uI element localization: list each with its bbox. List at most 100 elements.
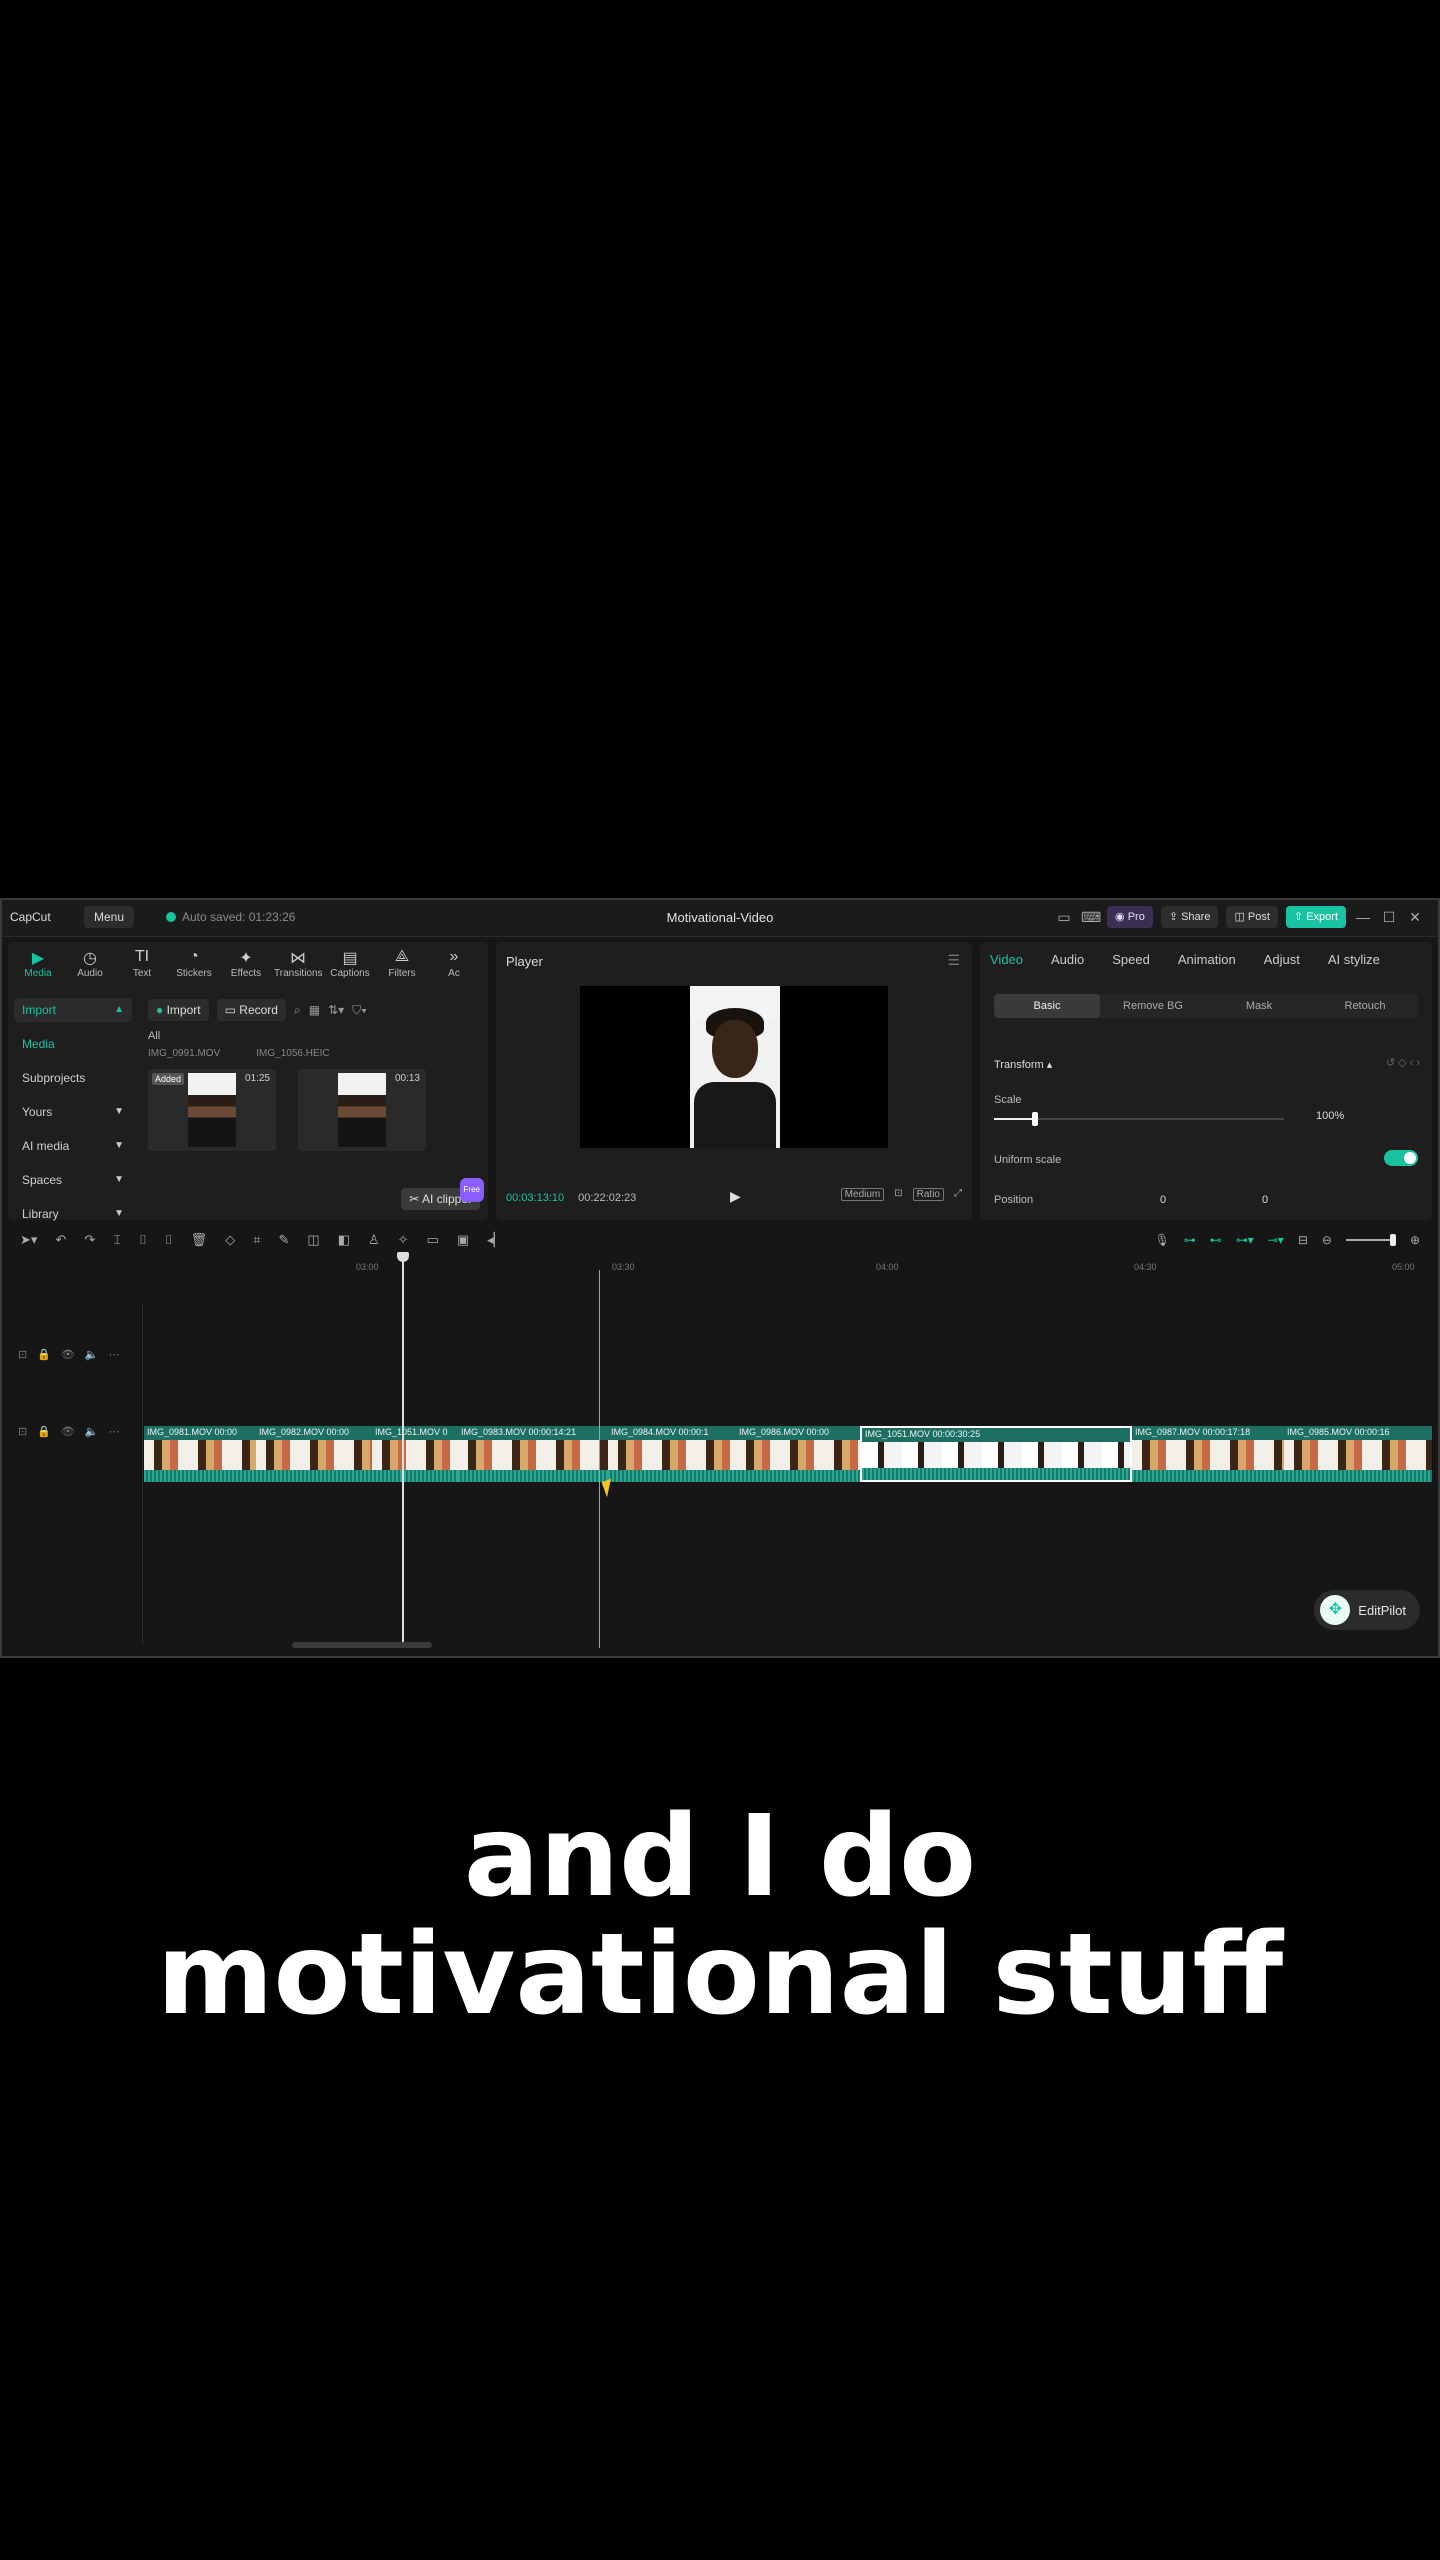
snapshot-icon[interactable]: ⊡	[894, 1188, 902, 1201]
tool-transitions[interactable]: ⋈ Transitions	[274, 948, 323, 979]
video-clip[interactable]: IMG_0983.MOV 00:00:14:21	[458, 1426, 609, 1482]
undo-icon[interactable]: ↶	[55, 1232, 66, 1248]
position-y-input[interactable]: 0	[1262, 1194, 1268, 1206]
video-clip[interactable]: IMG_0985.MOV 00:00:16	[1284, 1426, 1433, 1482]
filter-all[interactable]: All	[148, 1030, 482, 1042]
tab-animation[interactable]: Animation	[1178, 952, 1236, 967]
tool-captions[interactable]: ▤ Captions	[326, 948, 374, 979]
person-icon[interactable]: ♙	[368, 1232, 380, 1248]
preview-axis-icon[interactable]: ⊸▾	[1268, 1233, 1284, 1247]
export-button[interactable]: ⇧ Export	[1285, 906, 1346, 928]
scale-slider-handle[interactable]	[1031, 1112, 1038, 1126]
sort-icon[interactable]: ⇅▾	[328, 1003, 344, 1017]
sidebar-item-subprojects[interactable]: Subprojects	[14, 1066, 132, 1090]
layout-icon[interactable]: ▭	[1055, 909, 1073, 926]
tab-speed[interactable]: Speed	[1112, 952, 1150, 967]
media-thumbnail[interactable]: 00:13	[298, 1069, 426, 1151]
minimize-icon[interactable]: —	[1354, 909, 1372, 925]
video-clip[interactable]: IMG_0982.MOV 00:00	[256, 1426, 373, 1482]
quality-select[interactable]: Medium	[840, 1188, 885, 1201]
frame-icon[interactable]: ▭	[427, 1232, 439, 1248]
sidebar-item-library[interactable]: Library ▼	[14, 1202, 132, 1226]
tab-video[interactable]: Video	[990, 952, 1023, 967]
ai-clipper-button[interactable]: ✂ AI clipper Free	[401, 1178, 484, 1210]
pro-button[interactable]: ◉ Pro	[1107, 906, 1153, 928]
split-right-icon[interactable]: ⌷	[165, 1232, 173, 1248]
select-tool-icon[interactable]: ➤▾	[20, 1232, 37, 1248]
tool-stickers[interactable]: ◔ Stickers	[170, 948, 218, 979]
timeline-ruler[interactable]: 03:00 03:30 04:00 04:30 05:00	[142, 1262, 1432, 1276]
sidebar-item-spaces[interactable]: Spaces ▼	[14, 1168, 132, 1192]
crop-icon[interactable]: ⌗	[253, 1232, 260, 1248]
linkage-icon[interactable]: ⊶▾	[1236, 1233, 1254, 1247]
post-button[interactable]: ◫ Post	[1226, 906, 1278, 928]
position-x-input[interactable]: 0	[1160, 1194, 1166, 1206]
fullscreen-icon[interactable]: ⤢	[954, 1188, 962, 1201]
video-clip[interactable]: IMG_0986.MOV 00:00	[736, 1426, 861, 1482]
menu-icon[interactable]: ☰	[947, 952, 960, 969]
video-clip[interactable]: IMG_0981.MOV 00:00	[144, 1426, 257, 1482]
video-clip[interactable]: IMG_1051.MOV 0	[372, 1426, 459, 1482]
uniform-scale-toggle[interactable]	[1384, 1150, 1418, 1166]
shortcut-icon[interactable]: ⌨	[1081, 909, 1101, 926]
collapse-icon[interactable]: ◂▏	[487, 1232, 504, 1248]
reset-icon[interactable]: ↺ ◇ ‹ ›	[1386, 1056, 1420, 1069]
video-clip-selected[interactable]: IMG_1051.MOV 00:00:30:25	[860, 1426, 1132, 1482]
filter-icon[interactable]: ⛉▾	[352, 1003, 367, 1018]
tool-effects[interactable]: ✦ Effects	[222, 948, 270, 979]
split-icon[interactable]: ⌶	[113, 1232, 121, 1248]
zoom-slider[interactable]	[1345, 1234, 1396, 1246]
tool-filters[interactable]: ⟁ Filters	[378, 948, 426, 979]
track-controls-main[interactable]: ⊡🔒👁🔈⋯	[18, 1425, 130, 1438]
subtab-mask[interactable]: Mask	[1206, 994, 1312, 1018]
video-clip[interactable]: IMG_0984.MOV 00:00:1	[608, 1426, 737, 1482]
grid-view-icon[interactable]: ▦	[309, 1003, 320, 1017]
zoom-out-icon[interactable]: ⊖	[1322, 1233, 1332, 1247]
tool-media[interactable]: ▶ Media	[14, 948, 62, 979]
play-icon[interactable]: ▶	[730, 1188, 741, 1205]
share-button[interactable]: ⇪ Share	[1160, 906, 1219, 928]
tab-adjust[interactable]: Adjust	[1264, 952, 1300, 967]
zoom-fit-icon[interactable]: ⊕	[1410, 1233, 1420, 1247]
pen-icon[interactable]: ✎	[279, 1232, 290, 1248]
shield-icon[interactable]: ◇	[225, 1232, 235, 1248]
tool-audio[interactable]: ◷ Audio	[66, 948, 114, 979]
scale-value[interactable]: 100%	[1316, 1110, 1344, 1122]
ratio-select[interactable]: Ratio	[912, 1188, 944, 1201]
subtab-basic[interactable]: Basic	[994, 994, 1100, 1018]
record-button[interactable]: ▭ Record	[216, 999, 286, 1021]
video-clip[interactable]: IMG_0987.MOV 00:00:17:18	[1132, 1426, 1285, 1482]
subtab-remove-bg[interactable]: Remove BG	[1100, 994, 1206, 1018]
maximize-icon[interactable]: ☐	[1380, 909, 1398, 926]
replace-icon[interactable]: ▣	[457, 1232, 469, 1248]
close-icon[interactable]: ✕	[1406, 909, 1424, 926]
main-track-magnet-icon[interactable]: ⊶	[1184, 1233, 1196, 1247]
media-thumbnail[interactable]: Added 01:25	[148, 1069, 276, 1151]
captions-track-icon[interactable]: ⊟	[1298, 1233, 1308, 1247]
redo-icon[interactable]: ↷	[84, 1232, 95, 1248]
sidebar-item-yours[interactable]: Yours ▼	[14, 1100, 132, 1124]
auto-snap-icon[interactable]: ⊷	[1210, 1233, 1222, 1247]
sidebar-item-import[interactable]: Import ▲	[14, 998, 132, 1022]
tool-more[interactable]: » Ac	[430, 948, 478, 979]
magic-icon[interactable]: ✧	[398, 1232, 409, 1248]
subtab-retouch[interactable]: Retouch	[1312, 994, 1418, 1018]
tool-text[interactable]: TI Text	[118, 948, 166, 979]
sidebar-item-media[interactable]: Media	[14, 1032, 132, 1056]
import-button[interactable]: ● Import	[148, 999, 209, 1021]
delete-icon[interactable]: 🗑	[191, 1232, 208, 1248]
microphone-icon[interactable]: 🎙	[1154, 1233, 1169, 1247]
tab-audio[interactable]: Audio	[1051, 952, 1084, 967]
track-controls-upper[interactable]: ⊡🔒👁🔈⋯	[18, 1348, 130, 1361]
transform-section[interactable]: Transform ▴	[994, 1058, 1052, 1071]
tab-ai-stylize[interactable]: AI stylize	[1328, 952, 1380, 967]
player-canvas[interactable]	[580, 986, 888, 1148]
editpilot-button[interactable]: ✥ EditPilot	[1314, 1590, 1420, 1630]
freeze-icon[interactable]: ◫	[307, 1232, 319, 1248]
scale-slider[interactable]	[994, 1112, 1284, 1126]
mirror-icon[interactable]: ◧	[338, 1232, 350, 1248]
sidebar-item-ai-media[interactable]: AI media ▼	[14, 1134, 132, 1158]
search-icon[interactable]: ⌕	[294, 1003, 301, 1018]
split-left-icon[interactable]: ⌷	[139, 1232, 147, 1248]
timeline-scrollbar[interactable]	[292, 1642, 432, 1648]
